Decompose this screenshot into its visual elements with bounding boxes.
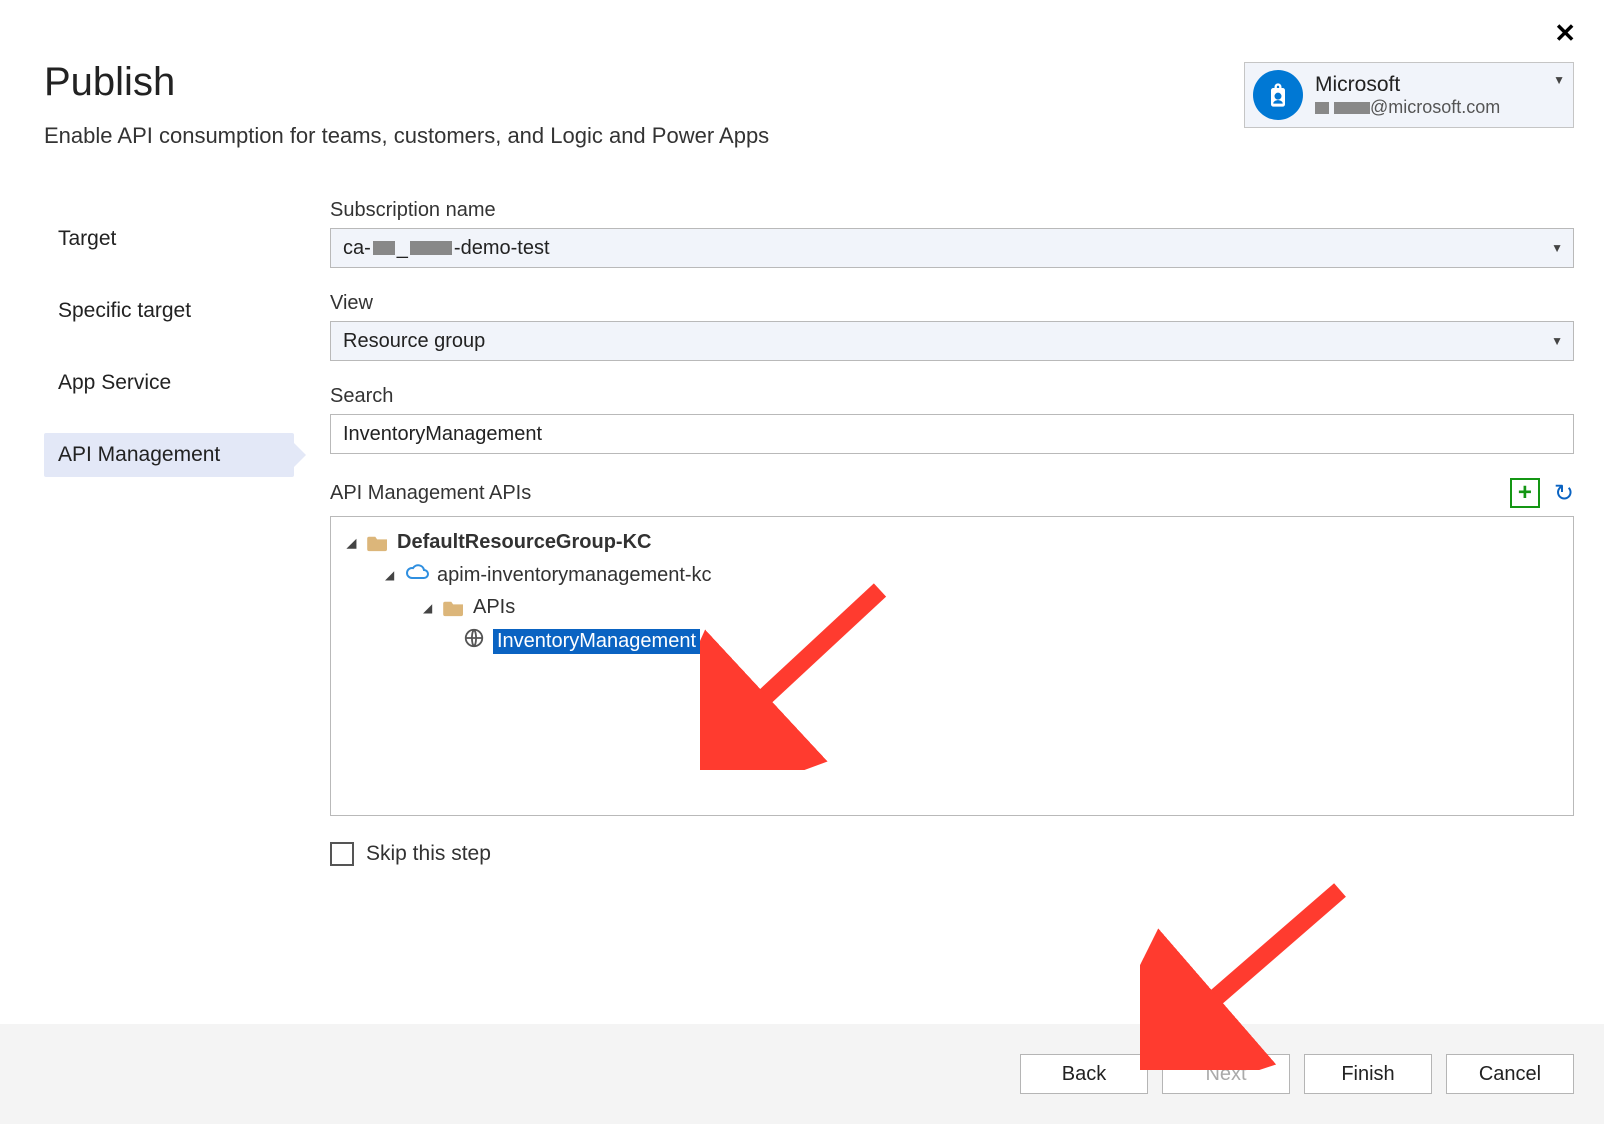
folder-icon: [443, 599, 465, 617]
back-button[interactable]: Back: [1020, 1054, 1148, 1094]
add-button[interactable]: +: [1510, 478, 1540, 508]
tree-service[interactable]: ◢ apim-inventorymanagement-kc: [339, 558, 1565, 592]
step-specific-target[interactable]: Specific target: [44, 289, 294, 333]
tree-resource-group[interactable]: ◢ DefaultResourceGroup-KC: [339, 527, 1565, 558]
tree-selected-api-label: InventoryManagement: [493, 629, 700, 654]
chevron-down-icon: ▼: [1551, 241, 1563, 255]
folder-icon: [367, 534, 389, 552]
chevron-down-icon: ▼: [1553, 73, 1565, 87]
skip-step-row[interactable]: Skip this step: [330, 842, 1574, 866]
subscription-select[interactable]: ca-_-demo-test ▼: [330, 228, 1574, 268]
cloud-icon: [405, 562, 429, 588]
tree-apis-folder[interactable]: ◢ APIs: [339, 592, 1565, 623]
account-email: @microsoft.com: [1315, 97, 1553, 119]
step-app-service[interactable]: App Service: [44, 361, 294, 405]
step-api-management[interactable]: API Management: [44, 433, 294, 477]
view-select[interactable]: Resource group ▼: [330, 321, 1574, 361]
wizard-steps: Target Specific target App Service API M…: [44, 199, 294, 866]
search-value: InventoryManagement: [343, 423, 542, 446]
caret-down-icon: ◢: [347, 536, 359, 550]
tree-apis-label: APIs: [473, 596, 515, 619]
view-value: Resource group: [343, 330, 485, 353]
caret-down-icon: ◢: [423, 601, 435, 615]
chevron-down-icon: ▼: [1551, 334, 1563, 348]
account-avatar-icon: [1253, 70, 1303, 120]
tree-service-label: apim-inventorymanagement-kc: [437, 564, 712, 587]
skip-label: Skip this step: [366, 842, 491, 866]
form-panel: Subscription name ca-_-demo-test ▼ View …: [294, 199, 1574, 866]
subscription-label: Subscription name: [330, 199, 1574, 222]
wizard-footer: Back Next Finish Cancel: [0, 1024, 1604, 1124]
tree-label: API Management APIs: [330, 482, 531, 505]
search-input[interactable]: InventoryManagement: [330, 414, 1574, 454]
subscription-value-suffix: -demo-test: [454, 237, 550, 260]
skip-checkbox[interactable]: [330, 842, 354, 866]
account-text: Microsoft @microsoft.com: [1315, 72, 1553, 119]
globe-icon: [463, 627, 485, 655]
next-button: Next: [1162, 1054, 1290, 1094]
account-email-suffix: @microsoft.com: [1370, 97, 1500, 117]
view-label: View: [330, 292, 1574, 315]
account-switcher[interactable]: Microsoft @microsoft.com ▼: [1244, 62, 1574, 128]
caret-down-icon: ◢: [385, 568, 397, 582]
account-name: Microsoft: [1315, 72, 1553, 97]
close-icon[interactable]: ✕: [1554, 18, 1576, 49]
finish-button[interactable]: Finish: [1304, 1054, 1432, 1094]
search-label: Search: [330, 385, 1574, 408]
refresh-icon[interactable]: ↻: [1554, 479, 1574, 508]
api-tree[interactable]: ◢ DefaultResourceGroup-KC ◢ apim-invento…: [330, 516, 1574, 816]
tree-resource-group-label: DefaultResourceGroup-KC: [397, 531, 651, 554]
subscription-value-prefix: ca-: [343, 237, 371, 260]
tree-api-item[interactable]: InventoryManagement: [339, 623, 1565, 659]
step-target[interactable]: Target: [44, 217, 294, 261]
cancel-button[interactable]: Cancel: [1446, 1054, 1574, 1094]
